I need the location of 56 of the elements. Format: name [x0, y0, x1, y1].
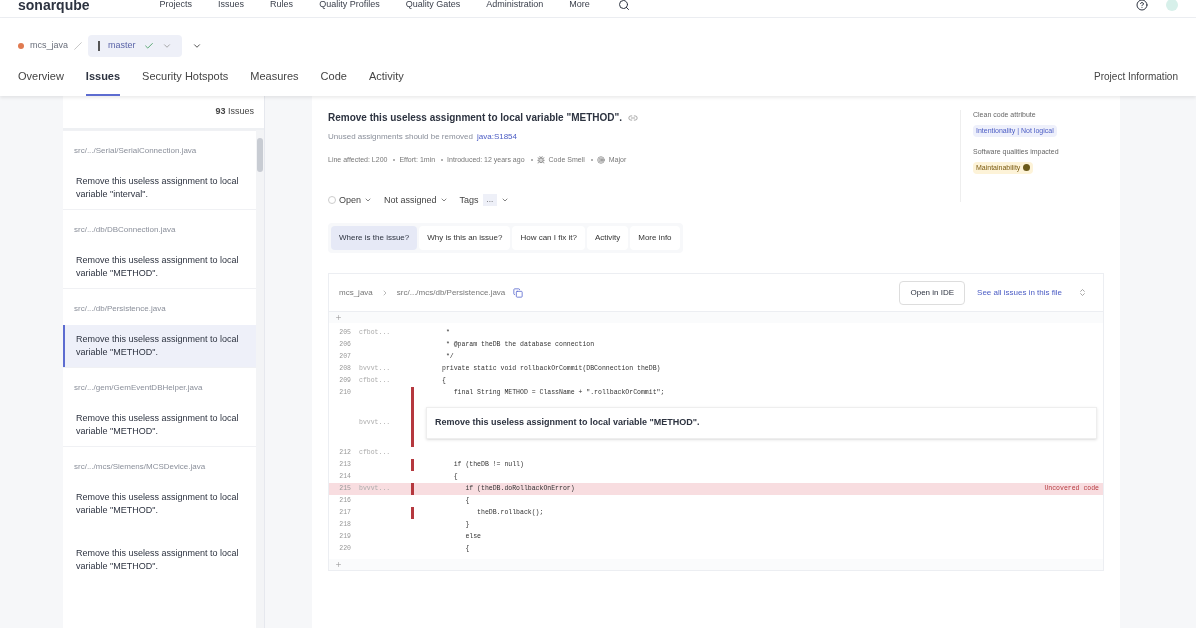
- project-name: mcs_java: [339, 286, 373, 299]
- open-in-ide-button[interactable]: Open in IDE: [899, 280, 966, 305]
- nav-link[interactable]: Administration: [486, 0, 544, 12]
- issue-item[interactable]: Remove this useless assignment to local variable "interval".: [63, 167, 256, 209]
- issue-title: Remove this useless assignment to local variable "METHOD".: [328, 111, 623, 125]
- project-tab[interactable]: Measures: [250, 67, 299, 96]
- issue-item[interactable]: Remove this useless assignment to local variable "METHOD".: [63, 483, 256, 525]
- project-icon: [18, 43, 24, 49]
- assignee-dropdown[interactable]: Not assigned: [384, 193, 448, 207]
- nav-link[interactable]: Quality Profiles: [319, 0, 380, 12]
- rule-link[interactable]: java:S1854: [477, 131, 517, 143]
- project-tab[interactable]: Security Hotspots: [142, 67, 229, 96]
- tag[interactable]: ...: [482, 194, 498, 207]
- project-tab[interactable]: Overview: [18, 67, 64, 96]
- detail-tab[interactable]: Why is this an issue?: [419, 226, 511, 250]
- issue-count: 93 Issues: [215, 105, 254, 119]
- detail-tab[interactable]: How can I fix it?: [512, 226, 585, 250]
- issue-item[interactable]: Remove this useless assignment to local variable "METHOD".: [63, 539, 256, 581]
- file-path: src/.../mcs/db/Persistence.java: [396, 286, 506, 299]
- nav-link[interactable]: More: [569, 0, 590, 12]
- scrollbar[interactable]: [256, 130, 264, 628]
- project-link[interactable]: mcs_java: [30, 39, 68, 53]
- search-icon[interactable]: [617, 0, 630, 11]
- branch-name: master: [108, 39, 136, 53]
- expand-icon[interactable]: [1078, 288, 1087, 297]
- nav-link[interactable]: Issues: [218, 0, 245, 12]
- bug-icon: [536, 156, 545, 165]
- nav-link[interactable]: Projects: [159, 0, 193, 12]
- chevron-icon: [161, 41, 172, 51]
- nav-link[interactable]: Rules: [270, 0, 294, 12]
- slash-icon: [74, 42, 82, 50]
- tags-label: Tags: [459, 193, 479, 207]
- detail-tab[interactable]: More info: [630, 226, 680, 250]
- project-information-link[interactable]: Project Information: [1094, 69, 1178, 96]
- see-all-issues-link[interactable]: See all issues in this file: [977, 286, 1062, 299]
- detail-tab[interactable]: Where is the issue?: [331, 226, 418, 250]
- dropdown-icon[interactable]: [191, 41, 202, 51]
- issue-item[interactable]: Remove this useless assignment to local variable "METHOD".: [63, 325, 256, 367]
- check-icon: [143, 41, 154, 51]
- branch-selector[interactable]: master: [88, 35, 182, 57]
- help-icon[interactable]: [1136, 0, 1148, 11]
- rule-description: Unused assignments should be removed: [328, 131, 473, 143]
- issue-item[interactable]: Remove this useless assignment to local variable "METHOD".: [63, 404, 256, 446]
- link-icon[interactable]: [628, 112, 639, 123]
- project-tab[interactable]: Code: [320, 67, 347, 96]
- logo[interactable]: sonarqube: [18, 0, 90, 16]
- severity-icon: [596, 156, 605, 165]
- plus-icon[interactable]: [335, 314, 342, 321]
- detail-tab[interactable]: Activity: [586, 226, 629, 250]
- issue-item[interactable]: Remove this useless assignment to local variable "METHOD".: [63, 246, 256, 288]
- copy-icon[interactable]: [513, 287, 524, 298]
- status-dropdown[interactable]: Open: [328, 193, 373, 207]
- plus-icon[interactable]: [335, 561, 342, 568]
- issue-message-box: Remove this useless assignment to local variable "METHOD".: [426, 407, 1097, 439]
- nav-link[interactable]: Quality Gates: [405, 0, 461, 12]
- project-tab[interactable]: Activity: [368, 67, 404, 96]
